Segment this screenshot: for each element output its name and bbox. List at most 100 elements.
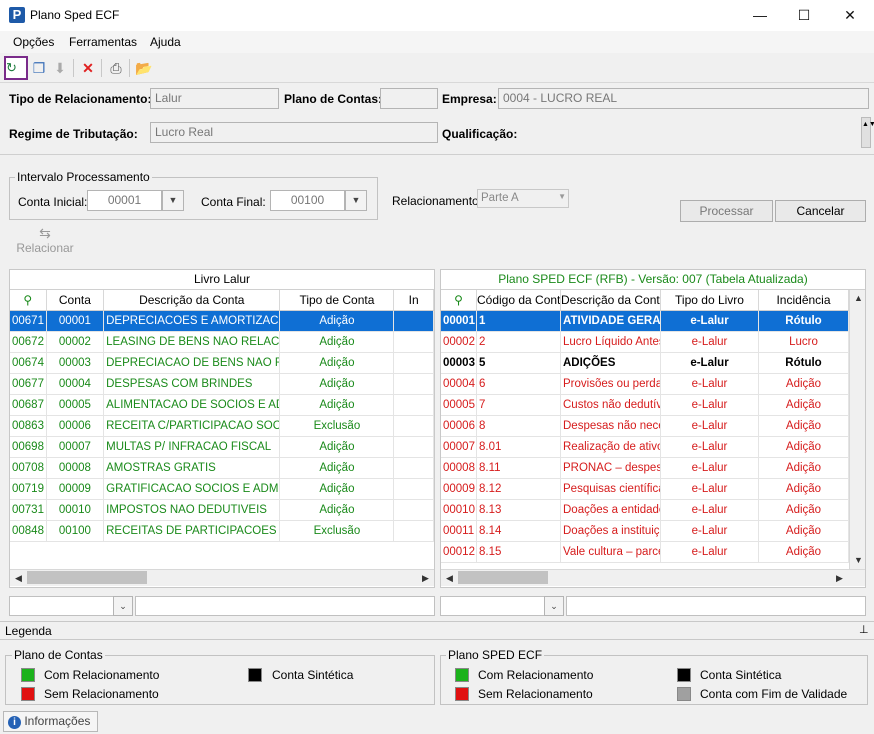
cell-codigo: 8.14 xyxy=(477,521,561,541)
cell-livro: e-Lalur xyxy=(661,542,759,562)
table-row[interactable]: 0086300006RECEITA C/PARTICIPACAO SOCIETA… xyxy=(10,416,434,437)
table-row[interactable]: 00004 6 Provisões ou perdas e-Lalur Adição xyxy=(441,374,865,395)
cell-desc: RECEITAS DE PARTICIPACOES SOCIETA xyxy=(104,521,281,541)
left-filter-select[interactable] xyxy=(9,596,122,616)
cell-desc: DEPRECIACOES E AMORTIZACOES ESPEC xyxy=(104,311,281,331)
table-row[interactable]: 000128.15Vale cultura – parcelae-LalurAd… xyxy=(441,542,865,563)
intervalo-title: Intervalo Processamento xyxy=(15,170,152,184)
relacionamento-select[interactable]: Parte A ▼ xyxy=(477,189,569,208)
menu-ferramentas[interactable]: Ferramentas xyxy=(69,35,137,49)
table-row[interactable]: 00001 1 ATIVIDADE GERAL e-Lalur Rótulo xyxy=(441,311,865,332)
table-row[interactable]: 0068700005ALIMENTACAO DE SOCIOS E ADMINI… xyxy=(10,395,434,416)
cell-codigo: 8.12 xyxy=(477,479,561,499)
menu-ajuda[interactable]: Ajuda xyxy=(150,35,181,49)
relacionar-button[interactable]: ⇆ Relacionar xyxy=(11,225,79,262)
cell-desc: PRONAC – despesas xyxy=(561,458,661,478)
col-in[interactable]: In xyxy=(394,290,434,310)
table-row[interactable]: 00003 5 ADIÇÕES e-Lalur Rótulo xyxy=(441,353,865,374)
col-conta[interactable]: Conta xyxy=(47,290,105,310)
table-row[interactable]: 0071900009GRATIFICACAO SOCIOS E ADMINIST… xyxy=(10,479,434,500)
table-row[interactable]: 000057Custos não dedutíveise-LalurAdição xyxy=(441,395,865,416)
chevron-down-icon[interactable]: ⌄ xyxy=(113,596,133,616)
copy-icon[interactable]: ❐ xyxy=(29,58,49,78)
conta-final-input[interactable]: 00100 xyxy=(270,190,345,211)
right-hscroll[interactable]: ◀ ▶ xyxy=(441,569,865,586)
right-vscroll[interactable]: ▲ ▼ xyxy=(849,290,865,569)
maximize-button[interactable]: ☐ xyxy=(782,0,826,31)
col-descricao[interactable]: Descrição da Conta xyxy=(561,290,661,310)
informacoes-tab[interactable]: i Informações xyxy=(3,711,98,732)
table-row[interactable]: 00708 00008 AMOSTRAS GRATIS Adição xyxy=(10,458,434,479)
toolbar-separator xyxy=(101,59,102,77)
empresa-field[interactable]: 0004 - LUCRO REAL xyxy=(498,88,869,109)
col-tipo-livro[interactable]: Tipo do Livro xyxy=(661,290,759,310)
left-filter-input[interactable] xyxy=(135,596,435,616)
minimize-button[interactable]: — xyxy=(738,0,782,31)
table-row[interactable]: 000068Despesas não necessáriase-LalurAdi… xyxy=(441,416,865,437)
thumb-icon[interactable]: ⬇ xyxy=(50,58,70,78)
table-row[interactable]: 000088.11PRONAC – despesase-LalurAdição xyxy=(441,458,865,479)
column-filter-icon[interactable]: ⚲ xyxy=(10,290,47,310)
table-row[interactable]: 00731 00010 IMPOSTOS NAO DEDUTIVEIS Adição xyxy=(10,500,434,521)
cell-livro: e-Lalur xyxy=(661,479,759,499)
conta-inicial-input[interactable]: 00001 xyxy=(87,190,162,211)
scroll-thumb[interactable] xyxy=(27,571,147,584)
col-incidencia[interactable]: Incidência xyxy=(759,290,849,310)
swatch-green xyxy=(455,668,469,682)
pin-icon[interactable]: ⊥ xyxy=(859,623,869,636)
left-hscroll[interactable]: ◀ ▶ xyxy=(10,569,434,586)
toolbar-separator xyxy=(129,59,130,77)
scroll-up-icon[interactable]: ▲ xyxy=(850,290,865,307)
cancelar-button[interactable]: Cancelar xyxy=(775,200,866,222)
table-row[interactable]: 0067100001DEPRECIACOES E AMORTIZACOES ES… xyxy=(10,311,434,332)
cell-conta: 00005 xyxy=(47,395,105,415)
delete-icon[interactable]: ✕ xyxy=(78,58,98,78)
table-row[interactable]: 00007 8.01 Realização de ativos e-Lalur Adiç… xyxy=(441,437,865,458)
folder-icon[interactable]: 📂 xyxy=(134,58,154,78)
conta-final-dropdown-icon[interactable]: ▼ xyxy=(345,190,367,211)
plano-contas-field[interactable] xyxy=(380,88,438,109)
table-row[interactable]: 00010 8.13 Doações a entidades e-Lalur Adiçã… xyxy=(441,500,865,521)
scroll-right-icon[interactable]: ▶ xyxy=(831,570,848,587)
column-filter-icon[interactable]: ⚲ xyxy=(441,290,477,310)
cell-desc: ALIMENTACAO DE SOCIOS E ADMINISTR xyxy=(104,395,281,415)
scroll-left-icon[interactable]: ◀ xyxy=(441,570,458,587)
menu-opcoes[interactable]: Opções xyxy=(13,35,54,49)
table-row[interactable]: 000118.14Doações a instituiçõese-LalurAd… xyxy=(441,521,865,542)
right-filter-select[interactable] xyxy=(440,596,553,616)
right-filter-input[interactable] xyxy=(566,596,866,616)
processar-button[interactable]: Processar xyxy=(680,200,773,222)
scroll-left-icon[interactable]: ◀ xyxy=(10,570,27,587)
conta-inicial-dropdown-icon[interactable]: ▼ xyxy=(162,190,184,211)
cell-id: 00848 xyxy=(10,521,47,541)
table-row[interactable]: 00009 8.12 Pesquisas científicas e-Lalur Adi… xyxy=(441,479,865,500)
tipo-relacionamento-label: Tipo de Relacionamento: xyxy=(9,92,152,106)
table-row[interactable]: 000022Lucro Líquido Antes do IRPJe-Lalur… xyxy=(441,332,865,353)
cell-codigo: 2 xyxy=(477,332,561,352)
table-row[interactable]: 00698 00007 MULTAS P/ INFRACAO FISCAL Adiçã… xyxy=(10,437,434,458)
table-row[interactable]: 0067400003DEPRECIACAO DE BENS NAO RELACI… xyxy=(10,353,434,374)
table-row[interactable]: 0084800100RECEITAS DE PARTICIPACOES SOCI… xyxy=(10,521,434,542)
qualificacao-label: Qualificação: xyxy=(442,127,518,141)
tipo-relacionamento-field[interactable]: Lalur xyxy=(150,88,279,109)
scroll-down-icon[interactable]: ▼ xyxy=(850,552,865,569)
cell-id: 00863 xyxy=(10,416,47,436)
table-row[interactable]: 0067200002LEASING DE BENS NAO RELACIONAD… xyxy=(10,332,434,353)
regime-tributacao-field[interactable]: Lucro Real xyxy=(150,122,438,143)
col-codigo[interactable]: Código da Conta xyxy=(477,290,561,310)
new-icon[interactable]: ↻ xyxy=(4,56,28,80)
cell-id: 00010 xyxy=(441,500,477,520)
col-descricao[interactable]: Descrição da Conta xyxy=(104,290,281,310)
col-tipo-conta[interactable]: Tipo de Conta xyxy=(280,290,395,310)
print-icon[interactable]: ⎙ xyxy=(106,58,126,78)
qualificacao-scroll[interactable]: ▲▼ xyxy=(861,117,874,148)
table-row[interactable]: 00677 00004 DESPESAS COM BRINDES Adição xyxy=(10,374,434,395)
scroll-thumb[interactable] xyxy=(458,571,548,584)
cell-livro: e-Lalur xyxy=(661,458,759,478)
chevron-down-icon[interactable]: ⌄ xyxy=(544,596,564,616)
conta-final-label: Conta Final: xyxy=(201,195,266,209)
cell-blank xyxy=(394,500,434,520)
scroll-right-icon[interactable]: ▶ xyxy=(417,570,434,587)
close-button[interactable]: ✕ xyxy=(828,0,872,31)
cell-codigo: 7 xyxy=(477,395,561,415)
